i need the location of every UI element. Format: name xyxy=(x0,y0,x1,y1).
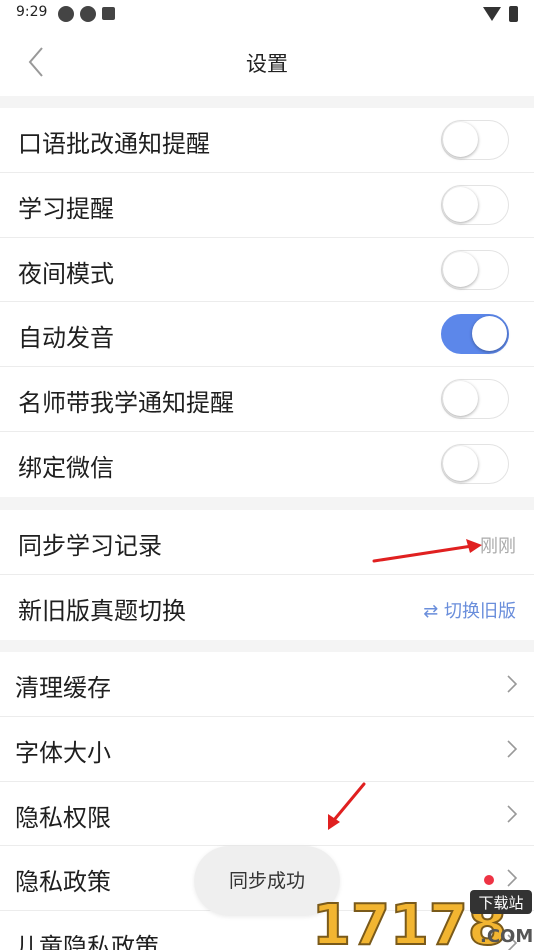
row-label: 隐私政策 xyxy=(15,868,111,897)
toggle-section: 口语批改通知提醒 学习提醒 夜间模式 自动发音 名师带我学通知提醒 绑定微信 xyxy=(0,108,534,497)
list-item: 绑定微信 xyxy=(0,432,534,497)
toggle-switch[interactable] xyxy=(441,249,509,290)
toast-message: 同步成功 xyxy=(194,846,340,916)
list-item: 夜间模式 xyxy=(0,238,534,303)
toggle-switch[interactable] xyxy=(441,120,509,160)
notification-icons xyxy=(58,6,115,22)
app-notification-icon xyxy=(102,7,115,20)
row-label: 夜间模式 xyxy=(18,259,114,288)
row-label: 绑定微信 xyxy=(18,453,114,482)
list-item: 名师带我学通知提醒 xyxy=(0,367,534,432)
row-label: 自动发音 xyxy=(18,324,114,353)
list-item: 口语批改通知提醒 xyxy=(0,108,534,173)
list-item[interactable]: 清理缓存 xyxy=(0,652,534,717)
row-label: 同步学习记录 xyxy=(18,532,162,560)
toggle-knob xyxy=(443,251,478,287)
chevron-right-icon xyxy=(507,805,518,823)
toggle-knob xyxy=(443,445,478,481)
chevron-right-icon xyxy=(507,740,518,758)
toggle-knob xyxy=(443,381,478,417)
toggle-knob xyxy=(472,316,507,352)
row-label: 口语批改通知提醒 xyxy=(18,130,210,158)
version-switch-row: 新旧版真题切换 ⇄ 切换旧版 xyxy=(0,575,534,640)
status-time: 9:29 xyxy=(16,4,48,20)
toggle-switch[interactable] xyxy=(441,184,509,225)
sync-record-row[interactable]: 同步学习记录 刚刚 xyxy=(0,510,534,575)
list-item: 学习提醒 xyxy=(0,173,534,238)
chevron-right-icon xyxy=(507,675,518,693)
list-item[interactable]: 儿童隐私政策 xyxy=(0,911,534,950)
sync-section: 同步学习记录 刚刚 新旧版真题切换 ⇄ 切换旧版 xyxy=(0,510,534,640)
sync-time-value: 刚刚 xyxy=(480,536,516,557)
toggle-switch[interactable] xyxy=(441,443,509,484)
list-item: 自动发音 xyxy=(0,302,534,368)
toggle-knob xyxy=(443,186,478,222)
red-dot-badge xyxy=(484,875,494,886)
row-label: 隐私权限 xyxy=(15,803,111,832)
toggle-knob xyxy=(443,122,478,157)
header-bar: 设置 xyxy=(0,28,534,96)
chevron-right-icon xyxy=(507,869,518,887)
row-label: 清理缓存 xyxy=(15,674,111,702)
row-label: 新旧版真题切换 xyxy=(18,596,186,625)
row-label: 儿童隐私政策 xyxy=(15,933,159,950)
row-label: 名师带我学通知提醒 xyxy=(18,389,234,418)
battery-icon xyxy=(509,6,518,22)
switch-old-version-link[interactable]: ⇄ 切换旧版 xyxy=(423,597,516,623)
status-bar: 9:29 xyxy=(0,0,534,28)
list-item[interactable]: 字体大小 xyxy=(0,717,534,782)
chevron-right-icon xyxy=(507,934,518,950)
toggle-switch[interactable] xyxy=(441,314,509,355)
list-item[interactable]: 隐私权限 xyxy=(0,782,534,847)
app-notification-icon xyxy=(80,6,96,22)
wifi-icon xyxy=(483,7,501,21)
app-notification-icon xyxy=(58,6,74,22)
row-label: 字体大小 xyxy=(15,738,111,767)
page-title: 设置 xyxy=(246,52,288,76)
system-icons xyxy=(483,6,518,22)
toggle-switch[interactable] xyxy=(441,379,509,420)
row-label: 学习提醒 xyxy=(18,194,114,223)
